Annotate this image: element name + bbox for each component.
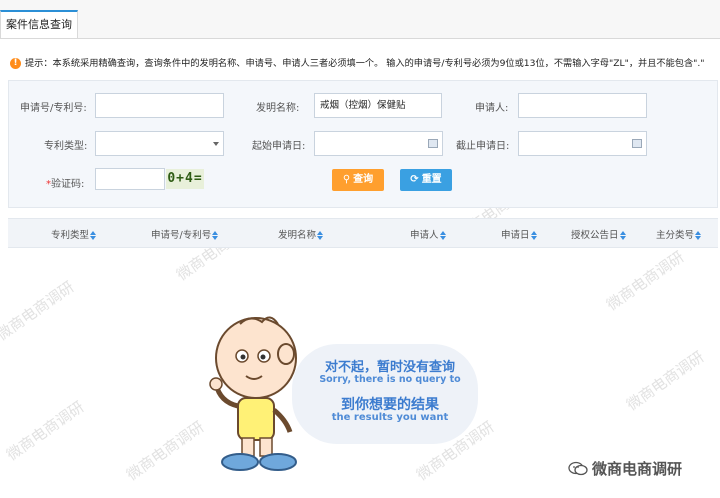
title-label: 发明名称: [256,103,300,114]
title-input[interactable]: 戒烟（控烟）保健贴 [314,93,442,118]
sort-icon [695,231,702,240]
sort-icon [317,231,324,240]
notice: ! 提示：本系统采用精确查询，查询条件中的发明名称、申请号、申请人三者必须填一个。… [10,55,715,71]
reset-button-label: 重置 [421,174,442,185]
search-icon: ⚲ [342,174,351,185]
reset-button[interactable]: ⟳ 重置 [400,169,452,191]
empty-message-en-2: the results you want [331,412,449,423]
warning-icon: ! [10,58,21,69]
empty-message-cn-2: 到你想要的结果 [341,397,439,413]
notice-text: 提示：本系统采用精确查询，查询条件中的发明名称、申请号、申请人三者必须填一个。 … [25,58,705,69]
captcha-label: *验证码: [46,175,84,190]
app-no-input[interactable] [95,93,224,118]
tab-case-query[interactable]: 案件信息查询 [0,10,78,38]
column-header[interactable]: 主分类号 [656,227,702,241]
type-select[interactable] [95,131,224,156]
sort-icon [439,231,447,240]
sort-icon [212,231,219,240]
watermark: 微商电商调研 [623,347,708,415]
end-date-input[interactable] [518,131,647,156]
sort-icon [619,231,627,240]
sort-icon [530,231,538,240]
app-no-label: 申请号/专利号: [20,103,87,114]
wechat-icon [568,461,588,476]
applicant-input[interactable] [518,93,647,118]
query-button-label: 查询 [353,174,374,185]
tab-bar: 案件信息查询 [0,0,720,39]
captcha-image[interactable]: 0+4= [166,169,204,189]
empty-message-en-1: Sorry, there is no query to [319,374,461,385]
watermark: 微商电商调研 [603,247,688,315]
captcha-input[interactable] [95,168,165,190]
query-button[interactable]: ⚲ 查询 [332,169,384,191]
type-label: 专利类型: [44,141,88,152]
watermark: 微商电商调研 [0,277,78,345]
watermark: 微商电商调研 [123,417,208,485]
column-header[interactable]: 申请人 [410,227,447,241]
refresh-icon: ⟳ [410,174,419,185]
column-header[interactable]: 发明名称 [278,227,324,241]
brand-watermark: 微商电商调研 [592,460,683,478]
start-date-label: 起始申请日: [252,141,306,152]
end-date-label: 截止申请日: [456,141,510,152]
chevron-down-icon [213,142,219,146]
column-header[interactable]: 申请号/专利号 [151,227,219,241]
empty-message-cn-1: 对不起，暂时没有查询 [324,360,455,375]
calendar-icon[interactable] [632,139,642,148]
column-header[interactable]: 授权公告日 [571,227,627,241]
watermark: 微商电商调研 [3,397,88,465]
applicant-label: 申请人: [475,103,509,114]
column-header[interactable]: 专利类型 [51,227,97,241]
start-date-input[interactable] [314,131,443,156]
results-table-header: 专利类型 申请号/专利号 发明名称 申请人 申请日 授权公告日 主分类号 [8,218,718,248]
calendar-icon[interactable] [428,139,438,148]
captcha-label-text: 验证码: [51,179,85,190]
column-header[interactable]: 申请日 [501,227,538,241]
sort-icon [90,231,97,240]
